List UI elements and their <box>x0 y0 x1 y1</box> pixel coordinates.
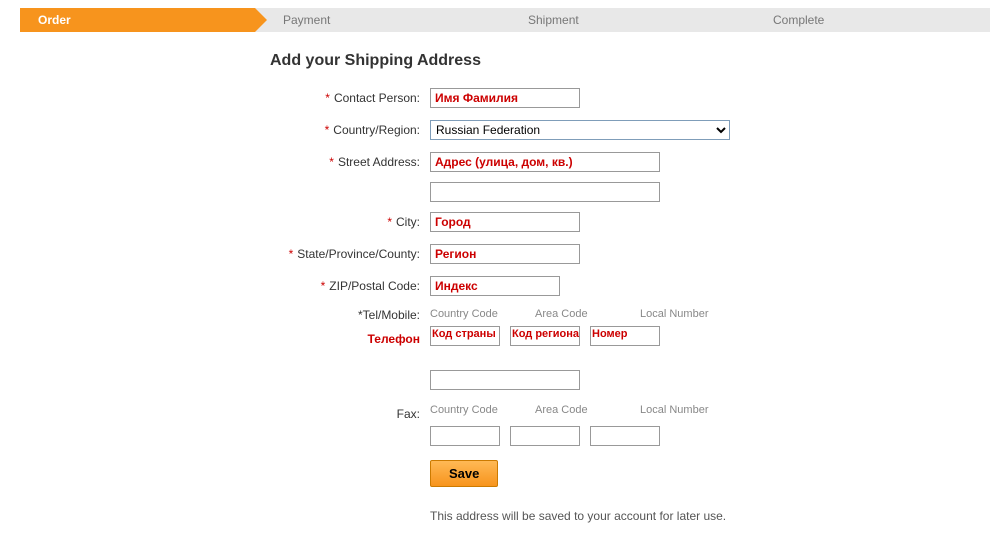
input-tel-ln[interactable] <box>590 326 660 346</box>
row-country: *Country/Region: Russian Federation <box>270 120 1000 142</box>
label-street: *Street Address: <box>270 152 430 169</box>
label-tel: Tel/Mobile: <box>363 308 420 322</box>
form-content: Add your Shipping Address *Contact Perso… <box>270 52 1000 523</box>
col-area-code: Area Code <box>535 308 620 320</box>
row-save: Save <box>270 460 1000 487</box>
col-country-code: Country Code <box>430 308 515 320</box>
row-zip: *ZIP/Postal Code: <box>270 276 1000 298</box>
label-fax: Fax: <box>270 404 430 421</box>
input-tel-ac[interactable] <box>510 326 580 346</box>
row-state: *State/Province/County: <box>270 244 1000 266</box>
input-fax-ac[interactable] <box>510 426 580 446</box>
tel-block: Country Code Area Code Local Number Код … <box>430 308 750 390</box>
input-fax-cc[interactable] <box>430 426 500 446</box>
label-country: *Country/Region: <box>270 120 430 137</box>
label-tel-col: *Tel/Mobile: Телефон <box>270 308 430 346</box>
label-contact: *Contact Person: <box>270 88 430 105</box>
col-local-number: Local Number <box>640 308 730 320</box>
progress-label: Shipment <box>528 13 579 27</box>
save-note: This address will be saved to your accou… <box>430 509 726 523</box>
progress-step-payment: Payment <box>255 8 500 32</box>
fax-header: Country Code Area Code Local Number <box>430 404 750 416</box>
tel-header: Country Code Area Code Local Number <box>430 308 750 320</box>
tel-extra <box>430 370 750 390</box>
input-street-1[interactable] <box>430 152 660 172</box>
tel-inputs: Код страны Код региона Номер <box>430 326 750 346</box>
row-street: *Street Address: <box>270 152 1000 202</box>
input-state[interactable] <box>430 244 580 264</box>
col-area-code: Area Code <box>535 404 620 416</box>
input-city[interactable] <box>430 212 580 232</box>
fax-block: Country Code Area Code Local Number <box>430 404 750 446</box>
row-city: *City: <box>270 212 1000 234</box>
progress-label: Payment <box>283 13 330 27</box>
save-button[interactable]: Save <box>430 460 498 487</box>
annot-tel-label: Телефон <box>270 332 420 346</box>
progress-label: Order <box>38 13 71 27</box>
progress-bar: Order Payment Shipment Complete <box>20 8 990 32</box>
fax-inputs <box>430 426 750 446</box>
row-note: This address will be saved to your accou… <box>270 497 1000 523</box>
row-contact: *Contact Person: <box>270 88 1000 110</box>
progress-step-shipment: Shipment <box>500 8 745 32</box>
input-contact-person[interactable] <box>430 88 580 108</box>
label-zip: *ZIP/Postal Code: <box>270 276 430 293</box>
input-zip[interactable] <box>430 276 560 296</box>
label-city: *City: <box>270 212 430 229</box>
row-fax: Fax: Country Code Area Code Local Number <box>270 404 1000 446</box>
page-title: Add your Shipping Address <box>270 52 1000 70</box>
input-street-2[interactable] <box>430 182 660 202</box>
progress-step-complete: Complete <box>745 8 990 32</box>
input-tel-cc[interactable] <box>430 326 500 346</box>
progress-label: Complete <box>773 13 824 27</box>
col-local-number: Local Number <box>640 404 730 416</box>
label-state: *State/Province/County: <box>270 244 430 261</box>
select-country[interactable]: Russian Federation <box>430 120 730 140</box>
progress-step-order: Order <box>20 8 255 32</box>
col-country-code: Country Code <box>430 404 515 416</box>
row-tel: *Tel/Mobile: Телефон Country Code Area C… <box>270 308 1000 390</box>
input-fax-ln[interactable] <box>590 426 660 446</box>
input-tel-extra[interactable] <box>430 370 580 390</box>
street-inputs <box>430 152 660 202</box>
